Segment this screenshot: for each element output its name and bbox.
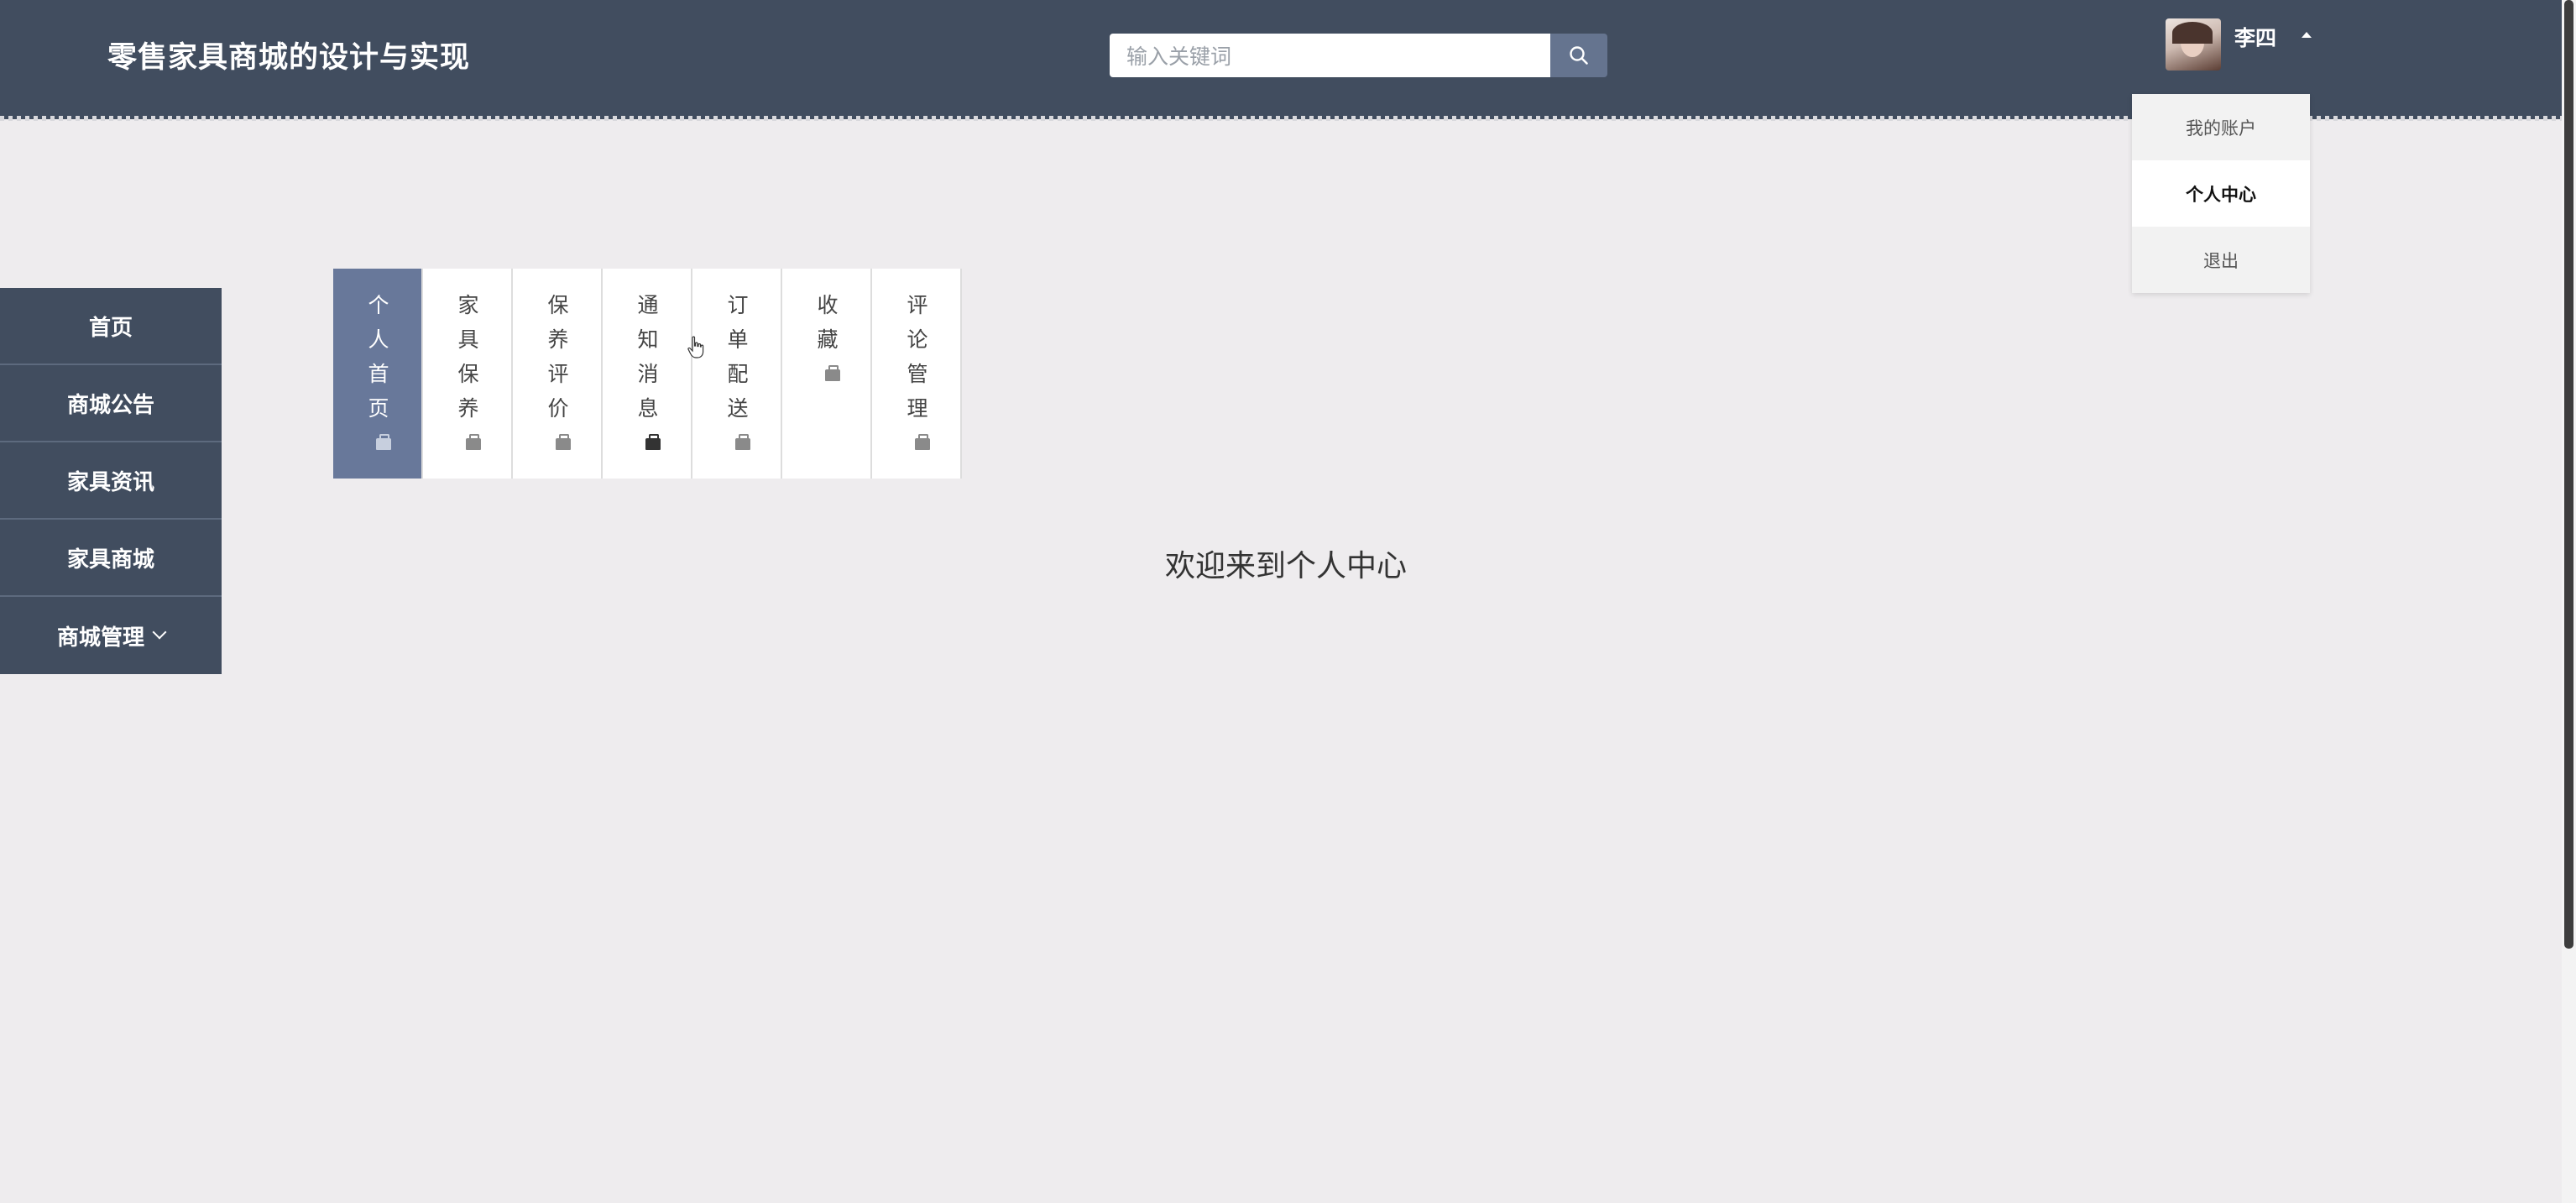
briefcase-icon — [465, 434, 481, 450]
sidebar-item-label: 商城管理 — [56, 625, 144, 651]
site-title: 零售家具商城的设计与实现 — [107, 41, 471, 75]
chevron-down-icon — [152, 625, 167, 640]
search-placeholder: 输入关键词 — [1126, 44, 1232, 69]
username[interactable]: 李四 — [2234, 22, 2276, 52]
tab-label: 保养评价 — [545, 294, 569, 432]
tab-label: 通知消息 — [635, 294, 659, 432]
tab-notifications[interactable]: 通知消息 — [603, 269, 692, 479]
briefcase-icon — [824, 365, 840, 381]
tab-furniture-maintenance[interactable]: 家具保养 — [423, 269, 513, 479]
sidebar-nav: 首页 商城公告 家具资讯 家具商城 商城管理 — [0, 288, 222, 674]
scrollbar-thumb[interactable] — [2564, 0, 2573, 949]
tab-label: 收藏 — [814, 294, 839, 363]
menu-item-personal-center[interactable]: 个人中心 — [2132, 160, 2310, 227]
sidebar-item-label: 家具商城 — [66, 547, 154, 573]
menu-item-logout[interactable]: 退出 — [2132, 227, 2310, 293]
tab-label: 评论管理 — [904, 294, 928, 432]
tab-label: 个人首页 — [365, 294, 389, 432]
briefcase-icon — [555, 434, 571, 450]
tab-favorites[interactable]: 收藏 — [782, 269, 872, 479]
sidebar-item-label: 家具资讯 — [66, 469, 154, 495]
search-input[interactable]: 输入关键词 — [1110, 34, 1550, 77]
search-icon — [1570, 46, 1588, 65]
briefcase-icon — [914, 434, 930, 450]
tab-order-delivery[interactable]: 订单配送 — [692, 269, 782, 479]
avatar[interactable] — [2166, 18, 2221, 71]
search-button[interactable] — [1550, 34, 1607, 77]
sidebar-item-label: 商城公告 — [66, 392, 154, 418]
caret-up-icon[interactable] — [2302, 32, 2312, 38]
sidebar-item-shop-management[interactable]: 商城管理 — [0, 597, 222, 674]
tab-comment-management[interactable]: 评论管理 — [872, 269, 962, 479]
sidebar-item-announcements[interactable]: 商城公告 — [0, 365, 222, 442]
menu-item-my-account[interactable]: 我的账户 — [2132, 94, 2310, 160]
briefcase-icon — [645, 434, 661, 450]
briefcase-icon — [375, 434, 391, 450]
sidebar-item-label: 首页 — [88, 315, 133, 341]
briefcase-icon — [734, 434, 750, 450]
hand-cursor-icon — [687, 336, 704, 358]
welcome-message: 欢迎来到个人中心 — [1165, 549, 1408, 583]
sidebar-item-shop[interactable]: 家具商城 — [0, 520, 222, 597]
personal-center-tabs: 个人首页 家具保养 保养评价 通知消息 订单配送 收藏 评论管理 — [333, 269, 962, 479]
sidebar-item-news[interactable]: 家具资讯 — [0, 442, 222, 520]
user-dropdown-menu: 我的账户 个人中心 退出 — [2132, 94, 2310, 293]
tab-maintenance-review[interactable]: 保养评价 — [513, 269, 603, 479]
tab-personal-home[interactable]: 个人首页 — [333, 269, 423, 479]
tab-label: 订单配送 — [724, 294, 749, 432]
tab-label: 家具保养 — [455, 294, 479, 432]
sidebar-item-home[interactable]: 首页 — [0, 288, 222, 365]
